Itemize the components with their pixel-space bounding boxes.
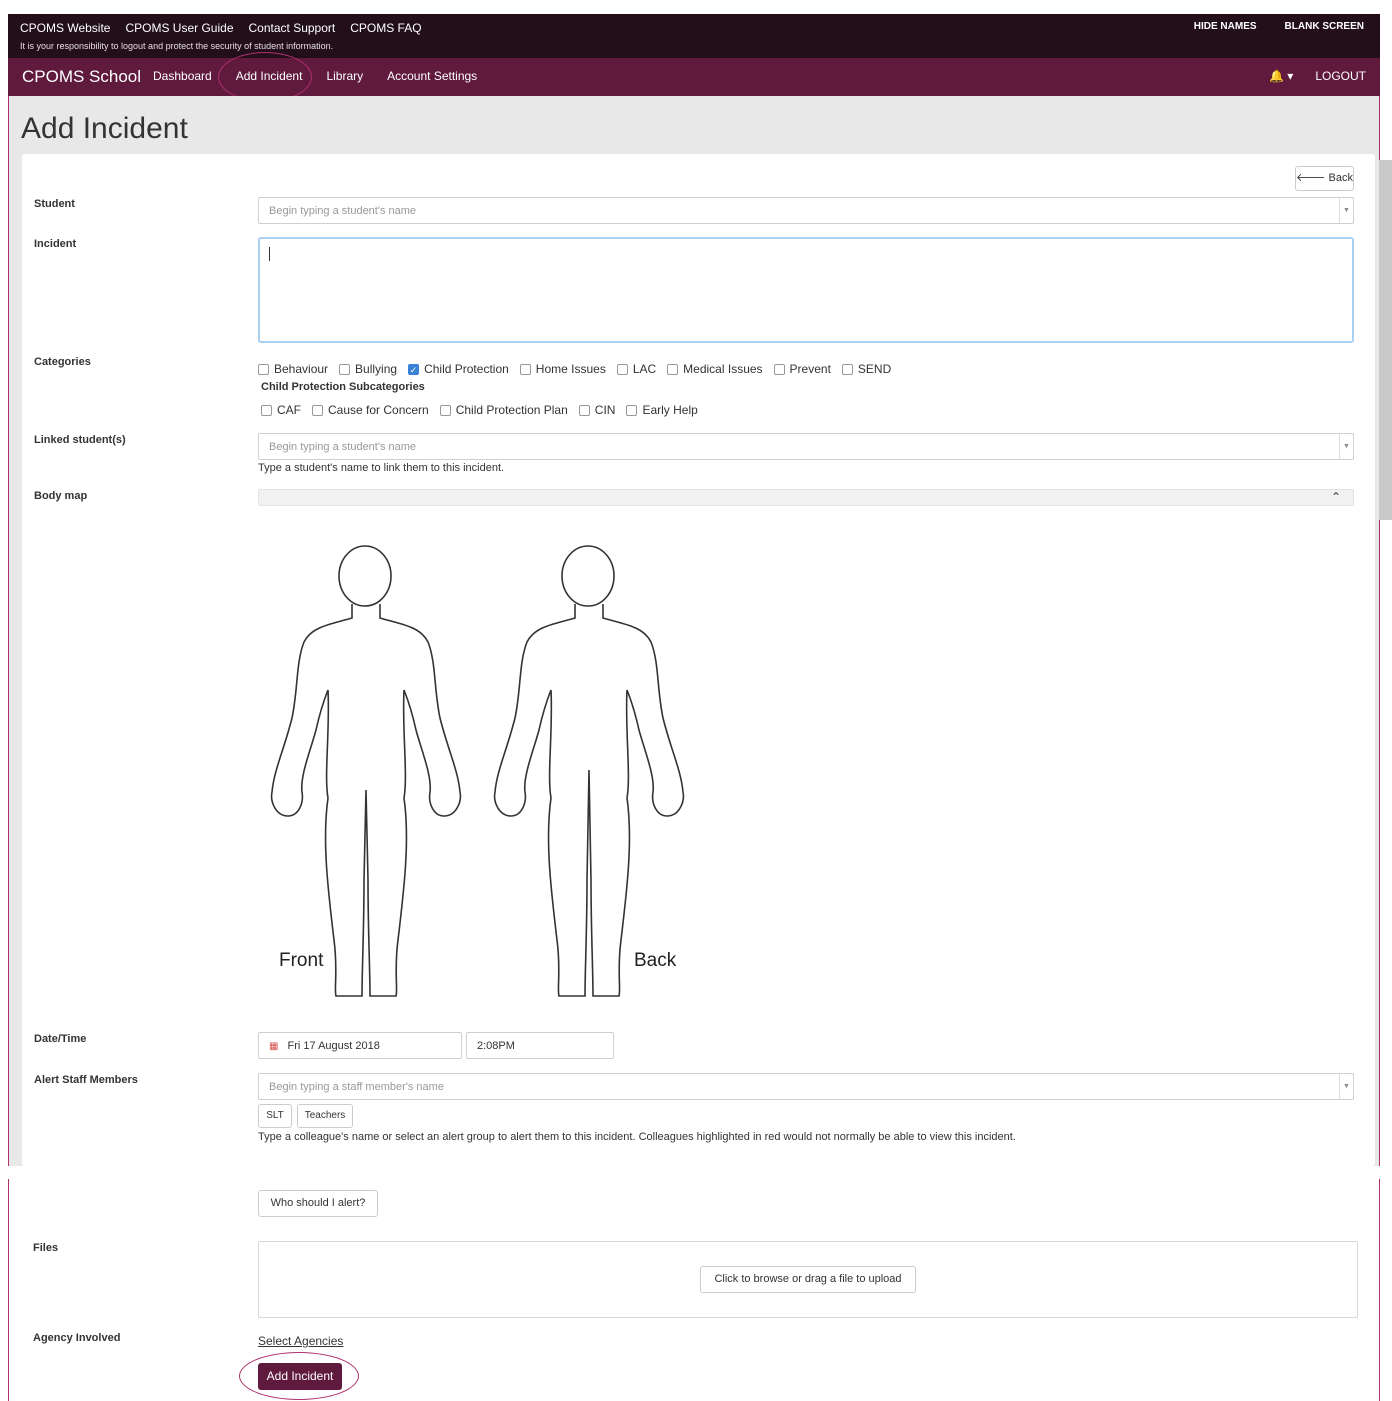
subcategory-cin[interactable]: CIN: [578, 403, 615, 417]
student-label: Student: [34, 198, 75, 210]
scrollbar[interactable]: [1379, 160, 1392, 520]
highlight-circle-submit: [239, 1352, 359, 1400]
checkbox[interactable]: [519, 363, 531, 375]
security-notice: It is your responsibility to logout and …: [20, 41, 334, 51]
bell-icon[interactable]: 🔔 ▾: [1269, 69, 1293, 83]
highlight-circle-nav: [218, 52, 312, 102]
screenshot-gap: [0, 1166, 1392, 1179]
nav-account-settings[interactable]: Account Settings: [387, 69, 477, 83]
body-map[interactable]: [262, 540, 702, 1010]
chevron-down-icon[interactable]: ▼: [1339, 1074, 1353, 1099]
agency-label: Agency Involved: [33, 1332, 121, 1344]
category-behaviour[interactable]: Behaviour: [258, 362, 328, 376]
categories-label: Categories: [34, 356, 91, 368]
checkbox[interactable]: [312, 404, 323, 416]
link-user-guide[interactable]: CPOMS User Guide: [125, 21, 233, 35]
checkbox[interactable]: [616, 363, 628, 375]
alert-group-slt-button[interactable]: SLT: [258, 1104, 292, 1128]
checkbox[interactable]: [841, 363, 853, 375]
linked-students-help: Type a student's name to link them to th…: [258, 462, 505, 474]
main-navbar: CPOMS School Dashboard Add Incident Libr…: [8, 58, 1380, 96]
who-should-i-alert-button[interactable]: Who should I alert?: [258, 1190, 378, 1217]
checkbox[interactable]: [626, 404, 638, 416]
body-front-figure: [270, 545, 462, 997]
incident-label: Incident: [34, 238, 77, 250]
body-back-label: Back: [634, 950, 677, 971]
alert-staff-label: Alert Staff Members: [34, 1074, 138, 1086]
category-child-protection[interactable]: ✓ Child Protection: [408, 362, 509, 376]
checkbox[interactable]: [773, 363, 785, 375]
calendar-icon[interactable]: ▦: [269, 1041, 278, 1052]
linked-students-label: Linked student(s): [34, 434, 126, 446]
nav-library[interactable]: Library: [326, 69, 363, 83]
category-lac[interactable]: LAC: [616, 362, 656, 376]
checkbox[interactable]: [439, 404, 451, 416]
checkbox[interactable]: [667, 363, 679, 375]
blank-screen-button[interactable]: BLANK SCREEN: [1285, 21, 1364, 32]
select-agencies-link[interactable]: Select Agencies: [258, 1334, 343, 1348]
category-medical-issues[interactable]: Medical Issues: [667, 362, 763, 376]
files-label: Files: [33, 1242, 59, 1254]
checkbox[interactable]: [578, 404, 590, 416]
brand-logo[interactable]: CPOMS School: [22, 67, 141, 87]
subcategory-checkboxes: CAF Cause for Concern Child Protection P…: [261, 403, 698, 417]
subcategory-caf[interactable]: CAF: [261, 403, 301, 417]
student-input[interactable]: Begin typing a student's name ▼: [258, 197, 1354, 224]
back-button[interactable]: 🡐 Back: [1295, 166, 1354, 191]
incident-textarea[interactable]: [258, 237, 1354, 343]
logout-button[interactable]: LOGOUT: [1315, 69, 1366, 83]
body-front-label: Front: [279, 950, 324, 971]
category-prevent[interactable]: Prevent: [773, 362, 831, 376]
subcategory-child-protection-plan[interactable]: Child Protection Plan: [439, 403, 568, 417]
date-input[interactable]: ▦ Fri 17 August 2018: [258, 1032, 462, 1059]
category-send[interactable]: SEND: [841, 362, 891, 376]
checkbox[interactable]: [339, 363, 351, 375]
alert-staff-placeholder: Begin typing a staff member's name: [269, 1081, 444, 1093]
alert-staff-input[interactable]: Begin typing a staff member's name ▼: [258, 1073, 1354, 1100]
student-placeholder: Begin typing a student's name: [269, 205, 417, 217]
alert-staff-help: Type a colleague's name or select an ale…: [258, 1131, 1016, 1143]
checkbox-checked[interactable]: ✓: [408, 363, 420, 375]
utility-bar: CPOMS Website CPOMS User Guide Contact S…: [8, 14, 1380, 58]
utility-links: CPOMS Website CPOMS User Guide Contact S…: [20, 21, 422, 35]
datetime-label: Date/Time: [34, 1033, 87, 1045]
linked-students-placeholder: Begin typing a student's name: [269, 441, 417, 453]
hide-names-button[interactable]: HIDE NAMES: [1194, 21, 1257, 32]
chevron-up-icon[interactable]: ⌃: [1331, 490, 1341, 504]
alert-group-teachers-button[interactable]: Teachers: [297, 1104, 353, 1128]
linked-students-input[interactable]: Begin typing a student's name ▼: [258, 433, 1354, 460]
body-map-toggle[interactable]: ⌃: [258, 489, 1354, 506]
category-bullying[interactable]: Bullying: [339, 362, 397, 376]
category-home-issues[interactable]: Home Issues: [519, 362, 606, 376]
text-cursor: [269, 247, 270, 261]
chevron-down-icon[interactable]: ▼: [1339, 434, 1353, 459]
body-map-label: Body map: [34, 490, 88, 502]
browse-upload-button[interactable]: Click to browse or drag a file to upload: [700, 1266, 916, 1293]
link-faq[interactable]: CPOMS FAQ: [350, 21, 421, 35]
subcategory-heading: Child Protection Subcategories: [261, 381, 425, 393]
category-checkboxes: Behaviour Bullying ✓ Child Protection Hom…: [258, 362, 891, 376]
subcategory-early-help[interactable]: Early Help: [626, 403, 698, 417]
page-title: Add Incident: [21, 112, 188, 145]
checkbox[interactable]: [261, 404, 272, 416]
link-cpoms-website[interactable]: CPOMS Website: [20, 21, 110, 35]
body-back-figure: [493, 545, 685, 997]
nav-dashboard[interactable]: Dashboard: [153, 69, 212, 83]
link-contact-support[interactable]: Contact Support: [249, 21, 336, 35]
subcategory-cause-for-concern[interactable]: Cause for Concern: [312, 403, 429, 417]
time-input[interactable]: 2:08PM: [466, 1032, 614, 1059]
checkbox[interactable]: [258, 363, 269, 375]
chevron-down-icon[interactable]: ▼: [1339, 198, 1353, 223]
